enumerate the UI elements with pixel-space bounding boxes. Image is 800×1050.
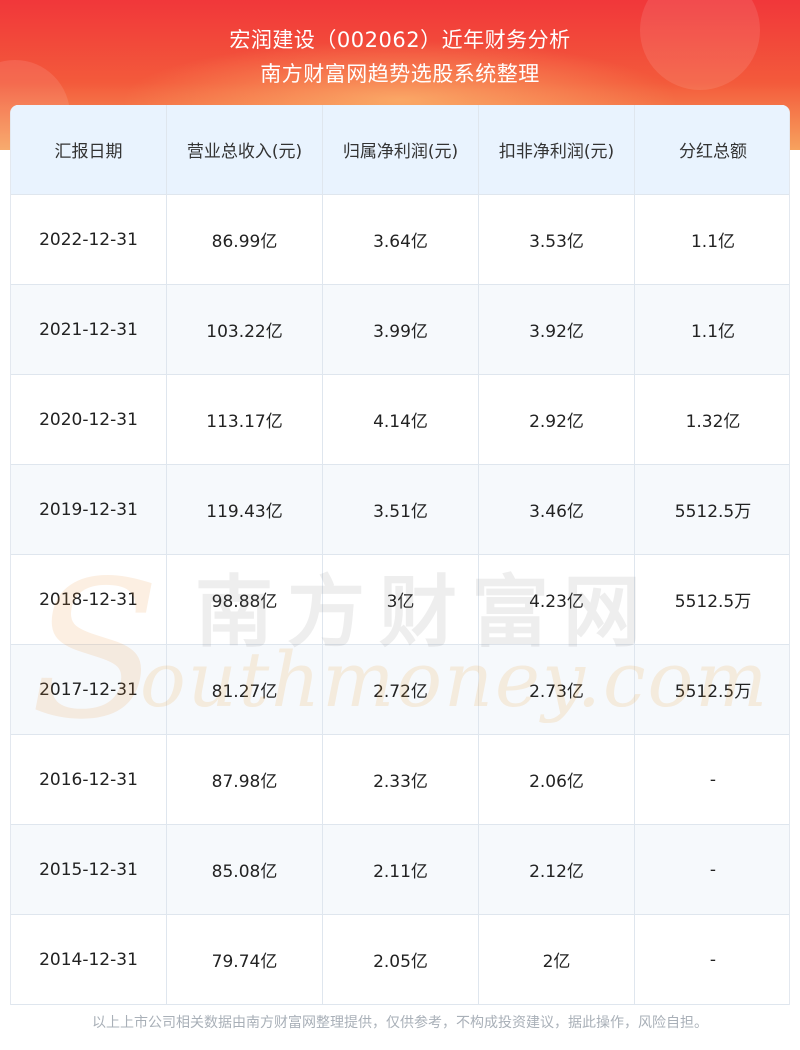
cell-revenue: 79.74亿	[167, 915, 323, 1004]
table-row: 2014-12-31 79.74亿 2.05亿 2亿 -	[11, 915, 789, 1005]
cell-date: 2021-12-31	[11, 285, 167, 374]
cell-dividend: 1.32亿	[685, 412, 741, 432]
cell-net-profit: 2.05亿	[323, 915, 479, 1004]
cell-net-profit: 2.72亿	[323, 645, 479, 734]
cell-dividend: 5512.5万	[674, 592, 752, 612]
cell-dividend: -	[709, 859, 717, 880]
cell-revenue: 85.08亿	[167, 825, 323, 914]
table-row: 2020-12-31 113.17亿 4.14亿 2.92亿 1.32亿	[11, 375, 789, 465]
footer-disclaimer: 以上上市公司相关数据由南方财富网整理提供，仅供参考，不构成投资建议，据此操作，风…	[92, 1015, 708, 1031]
cell-net-profit: 3.51亿	[323, 465, 479, 554]
cell-deducted-profit: 3.53亿	[479, 195, 635, 284]
cell-deducted-profit: 3.92亿	[479, 285, 635, 374]
cell-net-profit: 3.64亿	[323, 195, 479, 284]
cell-deducted-profit: 4.23亿	[479, 555, 635, 644]
cell-dividend: 5512.5万	[674, 682, 752, 702]
table-row: 2015-12-31 85.08亿 2.11亿 2.12亿 -	[11, 825, 789, 915]
page-subtitle: 南方财富网趋势选股系统整理	[260, 62, 540, 86]
cell-date: 2014-12-31	[11, 915, 167, 1004]
table-row: 2019-12-31 119.43亿 3.51亿 3.46亿 5512.5万	[11, 465, 789, 555]
cell-net-profit: 2.11亿	[323, 825, 479, 914]
cell-date: 2020-12-31	[11, 375, 167, 464]
cell-net-profit: 3.99亿	[323, 285, 479, 374]
cell-net-profit: 4.14亿	[323, 375, 479, 464]
cell-deducted-profit: 2.73亿	[479, 645, 635, 734]
column-header-net-profit: 归属净利润(元)	[323, 105, 479, 194]
cell-revenue: 86.99亿	[167, 195, 323, 284]
cell-dividend: -	[709, 949, 717, 970]
cell-dividend: 1.1亿	[690, 232, 736, 252]
cell-dividend: -	[709, 769, 717, 790]
cell-dividend: 5512.5万	[674, 502, 752, 522]
cell-date: 2019-12-31	[11, 465, 167, 554]
cell-date: 2018-12-31	[11, 555, 167, 644]
cell-revenue: 103.22亿	[167, 285, 323, 374]
cell-deducted-profit: 2亿	[479, 915, 635, 1004]
cell-deducted-profit: 2.12亿	[479, 825, 635, 914]
table-row: 2022-12-31 86.99亿 3.64亿 3.53亿 1.1亿	[11, 195, 789, 285]
cell-revenue: 81.27亿	[167, 645, 323, 734]
column-header-date: 汇报日期	[11, 105, 167, 194]
cell-revenue: 113.17亿	[167, 375, 323, 464]
table-row: 2021-12-31 103.22亿 3.99亿 3.92亿 1.1亿	[11, 285, 789, 375]
financial-table: 汇报日期 营业总收入(元) 归属净利润(元) 扣非净利润(元) 分红总额 202…	[10, 105, 790, 1005]
page-title: 宏润建设（002062）近年财务分析	[229, 28, 571, 52]
cell-deducted-profit: 2.06亿	[479, 735, 635, 824]
column-header-deducted-profit: 扣非净利润(元)	[479, 105, 635, 194]
cell-revenue: 87.98亿	[167, 735, 323, 824]
cell-net-profit: 2.33亿	[323, 735, 479, 824]
cell-date: 2016-12-31	[11, 735, 167, 824]
table-row: 2016-12-31 87.98亿 2.33亿 2.06亿 -	[11, 735, 789, 825]
column-header-dividend: 分红总额	[679, 142, 747, 162]
cell-date: 2022-12-31	[11, 195, 167, 284]
table-body: 2022-12-31 86.99亿 3.64亿 3.53亿 1.1亿 2021-12-31…	[11, 195, 789, 1005]
cell-deducted-profit: 3.46亿	[479, 465, 635, 554]
table-row: 2017-12-31 81.27亿 2.72亿 2.73亿 5512.5万	[11, 645, 789, 735]
column-header-revenue: 营业总收入(元)	[167, 105, 323, 194]
cell-dividend: 1.1亿	[690, 322, 736, 342]
cell-date: 2017-12-31	[11, 645, 167, 734]
cell-net-profit: 3亿	[323, 555, 479, 644]
table-header-row: 汇报日期 营业总收入(元) 归属净利润(元) 扣非净利润(元) 分红总额	[11, 105, 789, 195]
cell-revenue: 119.43亿	[167, 465, 323, 554]
cell-date: 2015-12-31	[11, 825, 167, 914]
cell-deducted-profit: 2.92亿	[479, 375, 635, 464]
table-row: 2018-12-31 98.88亿 3亿 4.23亿 5512.5万	[11, 555, 789, 645]
cell-revenue: 98.88亿	[167, 555, 323, 644]
